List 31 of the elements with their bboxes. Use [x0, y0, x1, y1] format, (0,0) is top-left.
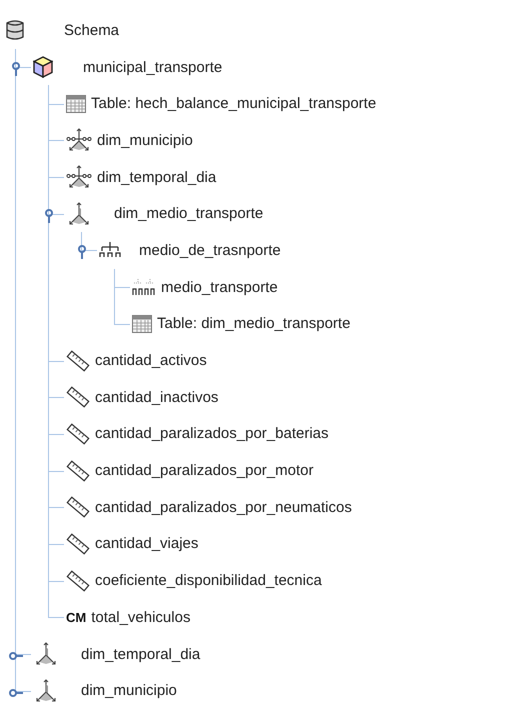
- tree-item[interactable]: medio_de_trasnporte: [139, 242, 281, 259]
- tree-item[interactable]: total_vehiculos: [91, 608, 190, 626]
- calculated-member-label: CM: [66, 610, 86, 625]
- axes-with-dots-icon: [66, 128, 92, 152]
- tree-item[interactable]: municipal_transporte: [83, 58, 222, 76]
- tree-item[interactable]: dim_medio_transporte: [114, 205, 264, 222]
- tree-item[interactable]: cantidad_paralizados_por_motor: [95, 462, 314, 480]
- tree-item[interactable]: cantidad_inactivos: [95, 388, 218, 406]
- tree-item[interactable]: dim_temporal_dia: [97, 168, 216, 186]
- hierarchy-icon: [99, 241, 121, 260]
- level-icon: [132, 278, 156, 296]
- tree-item[interactable]: coeficiente_disponibilidad_tecnica: [95, 572, 322, 590]
- tree-item[interactable]: cantidad_viajes: [95, 535, 198, 552]
- collapse-handle[interactable]: [9, 62, 23, 76]
- tree-item[interactable]: Schema: [64, 22, 120, 39]
- tree-item[interactable]: Table: dim_medio_transporte: [157, 315, 350, 332]
- table-icon: [66, 94, 86, 113]
- database-icon: [6, 19, 24, 42]
- tree-item[interactable]: cantidad_paralizados_por_neumaticos: [95, 498, 352, 516]
- tree-item[interactable]: cantidad_paralizados_por_baterias: [95, 425, 328, 442]
- tree-item[interactable]: cantidad_activos: [95, 352, 207, 370]
- cube-icon: [33, 56, 53, 78]
- collapse-handle[interactable]: [42, 208, 56, 223]
- tree-item[interactable]: dim_municipio: [81, 682, 177, 700]
- tree-item[interactable]: dim_temporal_dia: [81, 646, 200, 663]
- tree-item[interactable]: Table: hech_balance_municipal_transporte: [91, 95, 376, 112]
- axes-with-dots-icon: [66, 165, 92, 190]
- tree-item[interactable]: medio_transporte: [161, 278, 278, 296]
- table-icon: [132, 314, 152, 333]
- collapse-handle[interactable]: [75, 245, 89, 260]
- tree-item[interactable]: dim_municipio: [97, 132, 193, 149]
